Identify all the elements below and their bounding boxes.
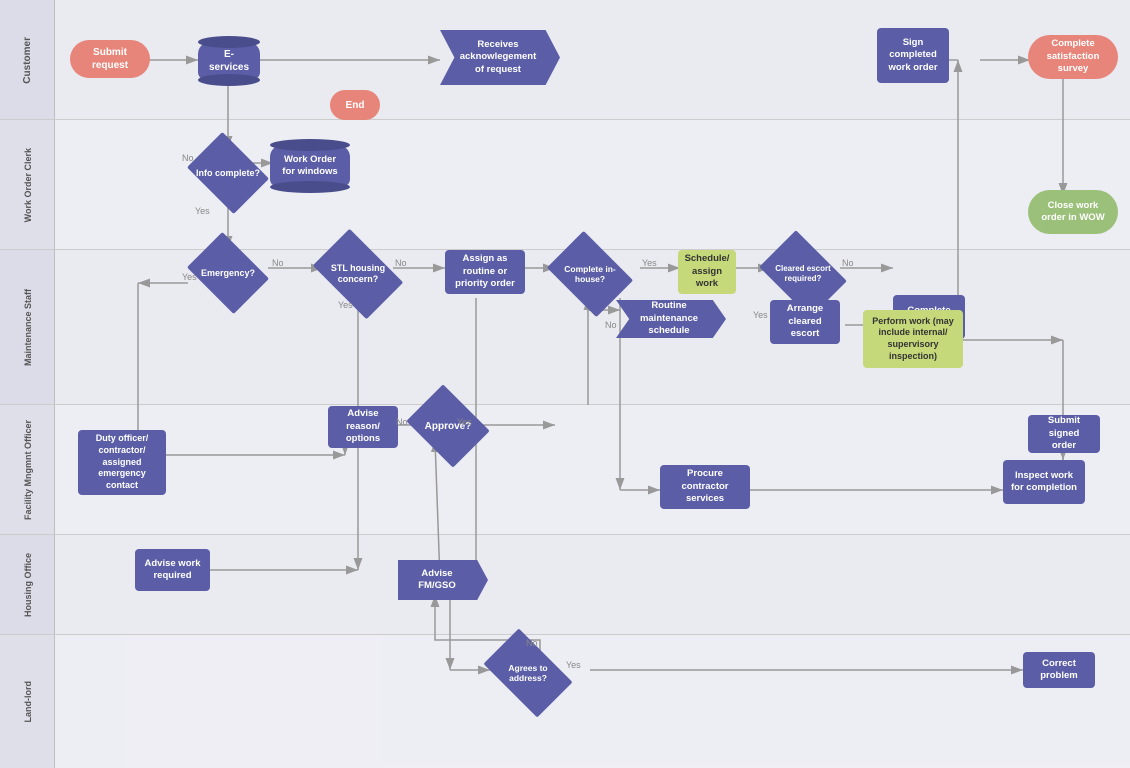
submit-request-node: Submit request	[70, 40, 150, 78]
close-work-order-node: Close work order in WOW	[1028, 190, 1118, 234]
work-order-windows-node: Work Order for windows	[270, 145, 350, 187]
no-label-escort: No	[842, 258, 854, 268]
stl-housing-node: STL housing concern?	[320, 248, 396, 300]
duty-officer-node: Duty officer/ contractor/ assigned emerg…	[78, 430, 166, 495]
advise-work-node: Advise work required	[135, 549, 210, 591]
procure-contractor-node: Procure contractor services	[660, 465, 750, 509]
lane-woc-label: Work Order Clerk	[23, 148, 33, 222]
perform-work-node: Perform work (may include internal/ supe…	[863, 310, 963, 368]
advise-reason-node: Advise reason/ options	[328, 406, 398, 448]
no-label-approve: No	[396, 417, 408, 427]
routine-maintenance-node: Routine maintenance schedule	[616, 300, 726, 338]
no-label-info: No	[182, 153, 194, 163]
receives-ack-node: Receives acknowlegement of request	[440, 30, 560, 85]
lane-facility-label: Facility Mngmnt Officer	[23, 420, 33, 520]
schedule-assign-node: Schedule/ assign work	[678, 250, 736, 294]
diagram-container: Customer Work Order Clerk Maintenance St…	[0, 0, 1130, 768]
no-label-stl: No	[395, 258, 407, 268]
emergency-node: Emergency?	[195, 248, 261, 298]
yes-label-agrees: Yes	[566, 660, 581, 670]
yes-label-approve: Yes	[457, 417, 472, 427]
lane-customer-label: Customer	[22, 37, 33, 84]
arrange-escort-node: Arrange cleared escort	[770, 300, 840, 344]
lane-maintenance-label: Maintenance Staff	[23, 289, 33, 366]
advise-fm-node: Advise FM/GSO	[398, 560, 488, 600]
correct-problem-node: Correct problem	[1023, 652, 1095, 688]
complete-satisfaction-node: Complete satisfaction survey	[1028, 35, 1118, 79]
yes-label-emergency: Yes	[182, 272, 197, 282]
no-label-emergency: No	[272, 258, 284, 268]
no-label-agrees: No	[526, 638, 538, 648]
yes-label-stl: Yes	[338, 300, 353, 310]
inspect-work-node: Inspect work for completion	[1003, 460, 1085, 504]
no-label-inhouse: No	[605, 320, 617, 330]
complete-inhouse-node: Complete in-house?	[555, 248, 625, 300]
e-services-node: E-services	[198, 42, 260, 80]
lane-landlord-label: Land-lord	[23, 681, 33, 723]
yes-label-inhouse: Yes	[642, 258, 657, 268]
agrees-address-node: Agrees to address?	[490, 648, 566, 698]
yes-label-escort: Yes	[753, 310, 768, 320]
submit-signed-node: Submit signed order	[1028, 415, 1100, 453]
cleared-escort-node: Cleared escort required?	[767, 248, 839, 300]
lane-housing-label: Housing Office	[23, 553, 33, 617]
sign-completed-node: Sign completed work order	[877, 28, 949, 83]
yes-label-info: Yes	[195, 206, 210, 216]
info-complete-node: Info complete?	[195, 148, 261, 198]
assign-routine-node: Assign as routine or priority order	[445, 250, 525, 294]
end-node: End	[330, 90, 380, 120]
